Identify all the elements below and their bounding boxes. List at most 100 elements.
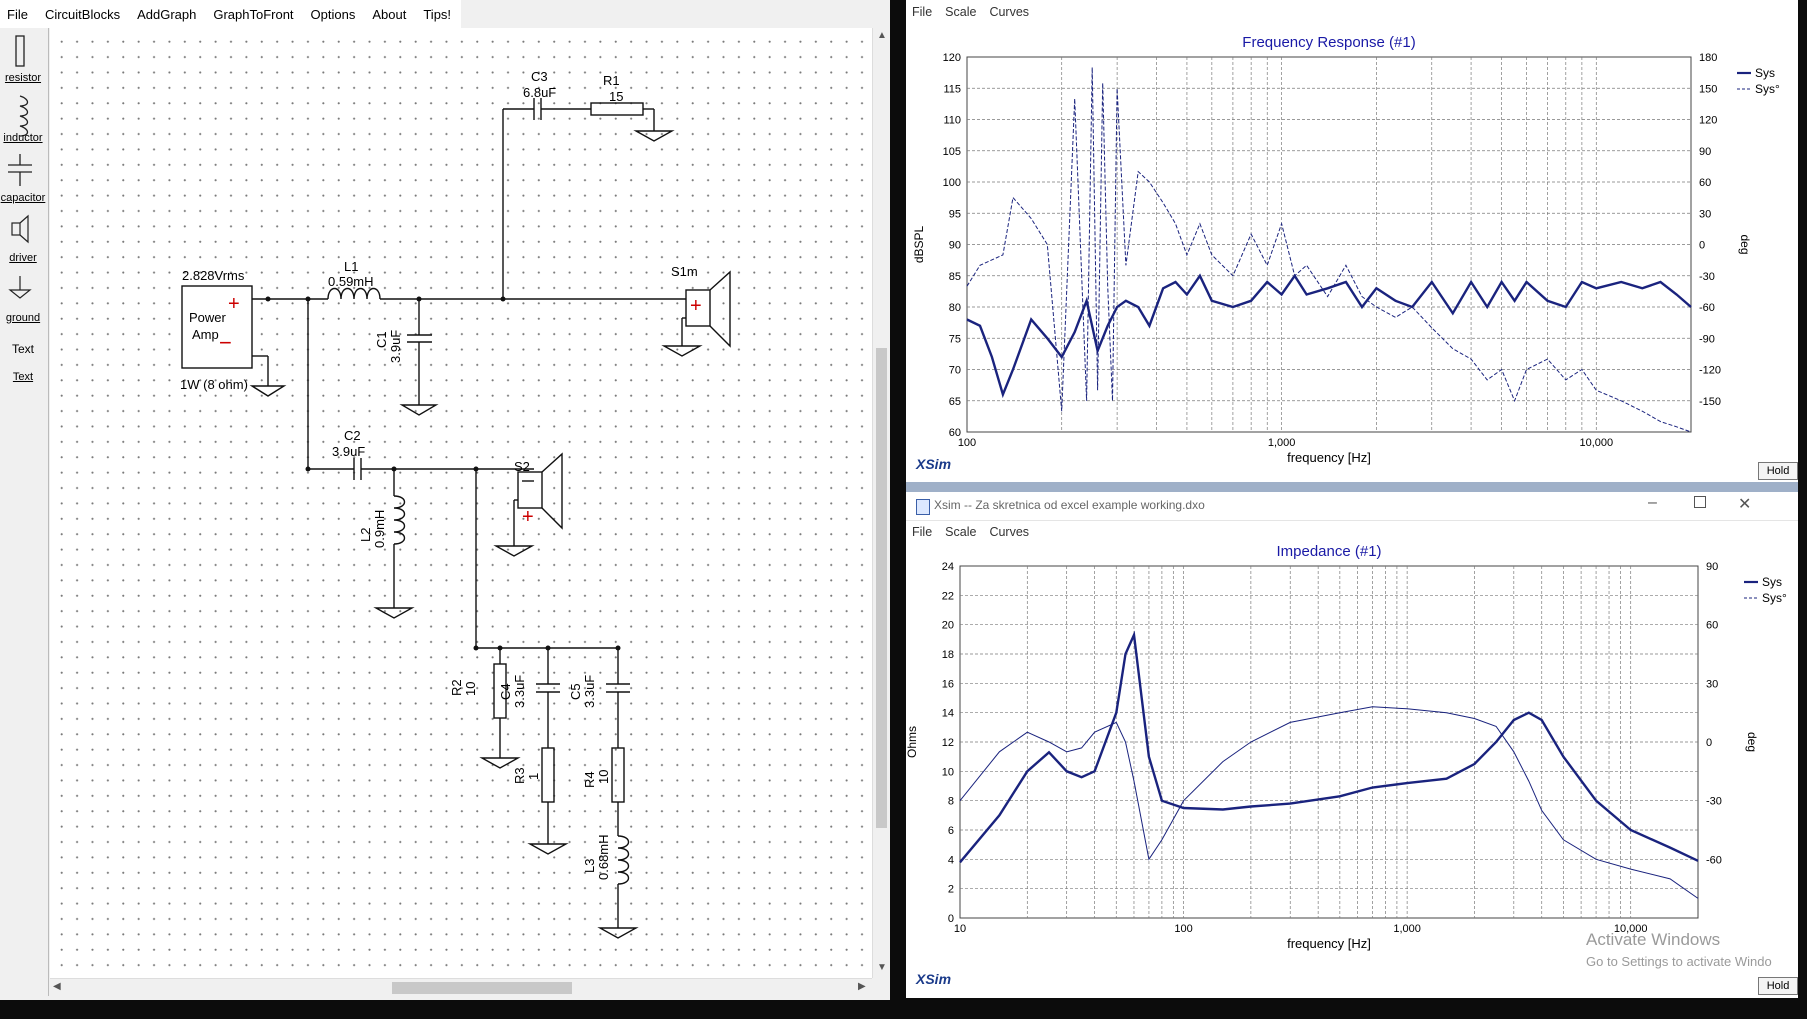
y2-tick-label: 180 — [1699, 52, 1717, 64]
frequency-response-window: File Scale Curves 60 65 70 75 80 85 90 95 100 105… — [906, 0, 1798, 482]
resistor-R1 — [590, 102, 644, 116]
y2-tick-label: -90 — [1699, 333, 1715, 345]
y2-tick-label: 120 — [1699, 115, 1717, 127]
svg-text:L3: L3 — [582, 859, 597, 873]
legend-entry: Sys° — [1755, 82, 1780, 96]
menu-file[interactable]: File — [0, 7, 38, 22]
y-tick-label: 16 — [942, 678, 954, 690]
freq-menu-curves[interactable]: Curves — [983, 5, 1036, 19]
svg-text:R1: R1 — [603, 73, 620, 88]
menu-options[interactable]: Options — [304, 7, 366, 22]
svg-text:C5: C5 — [568, 683, 583, 700]
scroll-left-icon[interactable]: ◀ — [53, 981, 61, 992]
svg-text:3.9uF: 3.9uF — [388, 330, 403, 363]
x-tick-label: 10 — [954, 923, 966, 935]
x-tick-label: 100 — [1174, 923, 1192, 935]
y-tick-label: 18 — [942, 649, 954, 661]
y-tick-label: 10 — [942, 766, 954, 778]
palette-capacitor[interactable]: capacitor — [0, 192, 46, 204]
svg-text:1: 1 — [526, 773, 541, 780]
inductor-icon — [19, 95, 29, 137]
svg-text:3.3uF: 3.3uF — [582, 675, 597, 708]
schematic-canvas[interactable]: − + 2.828Vrms Power Amp 1W (8 ohm) L1 0.… — [50, 28, 872, 978]
freq-menu-scale[interactable]: Scale — [939, 5, 983, 19]
y-tick-label: 80 — [949, 302, 961, 314]
y2-tick-label: -30 — [1706, 796, 1722, 808]
y-tick-label: 75 — [949, 333, 961, 345]
y-tick-label: 105 — [943, 146, 961, 158]
svg-text:0.9mH: 0.9mH — [372, 510, 387, 548]
palette-inductor[interactable]: inductor — [0, 132, 46, 144]
legend-entry: Sys° — [1762, 591, 1787, 605]
menu-circuitblocks[interactable]: CircuitBlocks — [38, 7, 130, 22]
resistor-R3 — [541, 747, 555, 803]
y-tick-label: 14 — [942, 708, 954, 720]
svg-text:C4: C4 — [498, 683, 513, 700]
vertical-scroll-thumb[interactable] — [876, 348, 887, 828]
freq-menu-file[interactable]: File — [906, 5, 939, 19]
svg-text:S2: S2 — [514, 459, 530, 474]
svg-text:C1: C1 — [374, 331, 389, 348]
horizontal-scroll-thumb[interactable] — [392, 982, 572, 994]
scroll-right-icon[interactable]: ▶ — [858, 981, 866, 992]
palette-ground[interactable]: ground — [0, 312, 46, 324]
minimize-icon[interactable]: – — [1648, 494, 1657, 512]
palette-driver[interactable]: driver — [0, 252, 46, 264]
horizontal-scrollbar[interactable]: ◀ ▶ — [50, 978, 872, 997]
y2-tick-label: 60 — [1699, 177, 1711, 189]
frequency-response-chart[interactable]: 60 65 70 75 80 85 90 95 100 105 110 115 120 -150 -120 -… — [906, 24, 1798, 482]
y-tick-label: 65 — [949, 396, 961, 408]
y-tick-label: 4 — [948, 854, 954, 866]
y2-tick-label: 30 — [1699, 208, 1711, 220]
menu-addgraph[interactable]: AddGraph — [130, 7, 206, 22]
svg-text:R3: R3 — [512, 767, 527, 784]
svg-text:C2: C2 — [344, 428, 361, 443]
palette-resistor[interactable]: resistor — [0, 72, 46, 84]
menu-tips[interactable]: Tips! — [416, 7, 461, 22]
menu-graphtofront[interactable]: GraphToFront — [206, 7, 303, 22]
y2-tick-label: -120 — [1699, 365, 1721, 377]
main-menubar: File CircuitBlocks AddGraph GraphToFront… — [0, 0, 462, 28]
svg-text:15: 15 — [609, 89, 623, 104]
imp-menu-curves[interactable]: Curves — [983, 525, 1036, 539]
imp-graph-menubar: File Scale Curves — [906, 520, 1036, 544]
y-tick-label: 20 — [942, 620, 954, 632]
y-tick-label: 24 — [942, 561, 954, 573]
source-voltage: 2.828Vrms — [182, 268, 245, 283]
y2-tick-label: 150 — [1699, 83, 1717, 95]
freq-hold-button[interactable]: Hold — [1758, 462, 1798, 480]
chart-title: Frequency Response (#1) — [1242, 34, 1415, 51]
x-tick-label: 10,000 — [1579, 437, 1613, 449]
x-axis-label: frequency [Hz] — [1287, 936, 1371, 951]
maximize-icon[interactable] — [1694, 496, 1706, 508]
palette-text-2[interactable]: Text — [0, 371, 46, 383]
circuit-window: File CircuitBlocks AddGraph GraphToFront… — [0, 0, 890, 1000]
freq-graph-menubar: File Scale Curves — [906, 0, 1036, 24]
y-tick-label: 2 — [948, 884, 954, 896]
svg-text:6.8uF: 6.8uF — [523, 85, 556, 100]
y2-tick-label: -60 — [1706, 854, 1722, 866]
activate-windows-title: Activate Windows — [1586, 930, 1721, 949]
vertical-scrollbar[interactable]: ▲ ▼ — [872, 28, 890, 978]
svg-text:3.3uF: 3.3uF — [512, 675, 527, 708]
scroll-down-icon[interactable]: ▼ — [877, 962, 887, 973]
y-tick-label: 95 — [949, 208, 961, 220]
scroll-up-icon[interactable]: ▲ — [877, 30, 887, 41]
svg-text:0.59mH: 0.59mH — [328, 274, 374, 289]
y-axis-label: Ohms — [906, 726, 919, 758]
imp-menu-scale[interactable]: Scale — [939, 525, 983, 539]
imp-menu-file[interactable]: File — [906, 525, 939, 539]
y2-tick-label: 0 — [1706, 737, 1712, 749]
close-icon[interactable]: ✕ — [1738, 494, 1751, 514]
y-tick-label: 110 — [943, 115, 961, 127]
svg-text:L2: L2 — [358, 528, 373, 542]
menu-about[interactable]: About — [365, 7, 416, 22]
svg-text:Amp: Amp — [192, 327, 219, 342]
svg-text:Power: Power — [189, 310, 227, 325]
y-tick-label: 90 — [949, 240, 961, 252]
y2-tick-label: -60 — [1699, 302, 1715, 314]
y2-tick-label: -30 — [1699, 271, 1715, 283]
palette-text-1[interactable]: Text — [0, 342, 46, 356]
inductor-L1 — [327, 287, 381, 300]
imp-hold-button[interactable]: Hold — [1758, 977, 1798, 995]
